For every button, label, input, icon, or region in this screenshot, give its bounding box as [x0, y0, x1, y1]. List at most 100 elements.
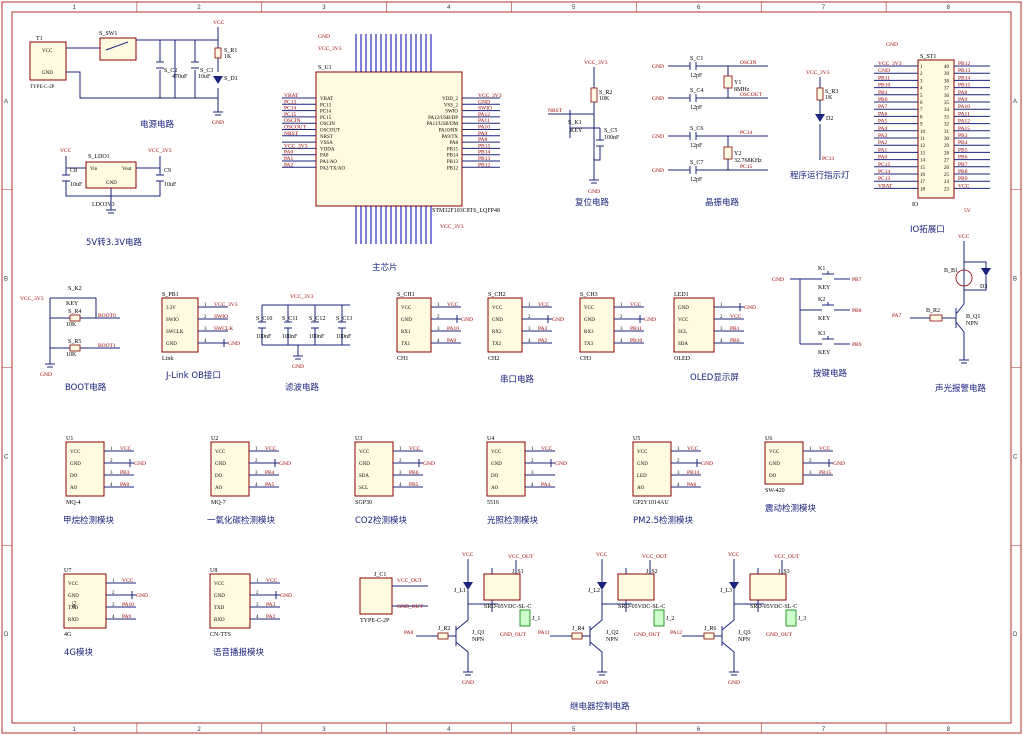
- mcu-right-net-11: PB12: [478, 162, 490, 168]
- relay-resistor: [703, 632, 715, 640]
- crystal-y1-val: 8MHz: [734, 87, 750, 93]
- module-net-gnd: GND: [701, 461, 713, 467]
- module-net-2: PB15: [819, 470, 831, 476]
- module-net-gnd: GND: [228, 341, 240, 347]
- border-row-right-C: C: [1013, 454, 1018, 460]
- relay-q-ref: J_Q3: [738, 630, 751, 636]
- relay-resistor-ref: J_R6: [704, 626, 716, 632]
- io-right-net-15: PB8: [958, 169, 968, 175]
- module-pin-0: VCC: [215, 450, 226, 455]
- module-net-0: VCC: [541, 446, 553, 452]
- crystal-cap-ref-1: S_C4: [690, 88, 703, 94]
- section-title-reset: 复位电路: [575, 197, 610, 208]
- io-right-pin-1: 39: [944, 72, 950, 77]
- mcu-left-net-1: PC13: [284, 99, 296, 105]
- g4-module-label: 4G: [72, 600, 78, 608]
- module-net-3: PA6: [687, 482, 697, 488]
- io-left-net-12: PA1: [878, 147, 888, 153]
- mcu-right-pin-2: SWIO: [445, 110, 458, 115]
- module-net-2: PB11: [630, 326, 642, 332]
- section-title-keys: 按键电路: [813, 368, 848, 379]
- reset-gnd-net: GND: [588, 189, 600, 195]
- ldo-cap-c8: C8: [70, 168, 77, 174]
- crystal-gnd-0: GND: [652, 64, 664, 70]
- module-net-gnd: GND: [279, 461, 291, 467]
- key-label-0: KEY: [818, 285, 831, 291]
- relay-body: [749, 573, 787, 601]
- module-net-gnd: GND: [136, 593, 148, 599]
- io-right-pin-5: 35: [944, 101, 950, 106]
- mcu-top-vcc-net: VCC_3V3: [318, 46, 342, 52]
- relay-gndout-net: GND_OUT: [500, 632, 527, 638]
- io-right-net-8: PA12: [958, 119, 970, 125]
- alarm-resistor-ref: B_R2: [926, 308, 940, 314]
- run-led-resistor: [816, 87, 824, 101]
- ldo-ref: S_LDO1: [88, 154, 110, 160]
- module-pin-1: GND: [769, 462, 780, 467]
- io-left-net-3: PB10: [878, 83, 890, 89]
- mcu-left-pin-1: PC13: [320, 103, 332, 108]
- io-right-pin-12: 28: [944, 151, 950, 156]
- mcu-left-net-2: PC14: [284, 106, 296, 112]
- module-ref: U8: [210, 568, 217, 574]
- module-pin-3: RXD: [68, 618, 79, 623]
- mcu-left-pin-7: VSSA: [320, 141, 333, 146]
- module-net-gnd: GND: [644, 317, 656, 323]
- relay-vcc-net: VCC: [462, 552, 474, 558]
- power-resistor: [214, 47, 222, 59]
- module-pin-2: RX1: [401, 330, 411, 335]
- ldo-in-net: VCC: [60, 148, 72, 154]
- crystal-y2-ref: Y2: [734, 151, 741, 157]
- module-pin-2: SDA: [359, 474, 369, 479]
- io-right-net-11: PB4: [958, 140, 968, 146]
- module-net-3: PA5: [265, 482, 275, 488]
- filter-gnd-net: GND: [292, 364, 304, 370]
- io-right-net-5: PA9: [958, 97, 968, 103]
- key-ref-0: K1: [818, 266, 825, 272]
- section-title-oled: OLED显示屏: [690, 373, 739, 383]
- io-ref: S_ST1: [920, 54, 936, 60]
- mcu-right-pin-10: PB13: [447, 160, 459, 165]
- mcu-left-pin-0: VBAT: [320, 97, 333, 102]
- module-net-gnd: GND: [744, 305, 756, 311]
- io-left-net-9: PA4: [878, 126, 888, 132]
- ldo-part: LDO3V3: [92, 202, 115, 208]
- io-left-pin-10: 11: [920, 137, 925, 142]
- filter-cap-ref-3: S_C13: [336, 316, 352, 322]
- crystal-cap-val-3: 12pF: [690, 177, 703, 183]
- io-left-net-1: GND: [878, 68, 890, 74]
- boot-r5: [69, 344, 81, 352]
- module-pin-2: RX2: [492, 330, 502, 335]
- io-left-pin-13: 14: [920, 159, 926, 164]
- module-net-3: PA4: [541, 482, 551, 488]
- module-net-3: PA2: [538, 338, 548, 344]
- mcu-top-gnd-net: GND: [318, 34, 330, 40]
- alarm-q-type: NPN: [966, 321, 979, 327]
- module-net-0: VCC: [266, 578, 278, 584]
- relay-vcc-net: VCC: [596, 552, 608, 558]
- relay-part: SRD-05VDC-SL-C: [484, 604, 531, 610]
- relay-ref: J_S2: [646, 569, 658, 575]
- crystal-cap-ref-3: S_C7: [690, 160, 703, 166]
- relay-q-ref: J_Q2: [606, 630, 619, 636]
- relay-led-ref: J_L1: [454, 588, 466, 594]
- mcu-left-net-10: PA1: [284, 156, 294, 162]
- module-net-2: PA3: [538, 326, 548, 332]
- module-ref: U4: [487, 436, 494, 442]
- io-right-pin-8: 32: [944, 123, 950, 128]
- mcu-left-net-6: NRST: [284, 131, 299, 137]
- mcu-left-pin-6: NRST: [320, 135, 333, 140]
- relay-resistor-ref: J_R4: [572, 626, 584, 632]
- module-net-2: PA3: [266, 602, 276, 608]
- module-ref: LED1: [674, 292, 689, 298]
- reset-net: NRST: [548, 108, 563, 114]
- io-left-net-4: PB1: [878, 90, 888, 96]
- power-conn-pin-gnd: GND: [42, 71, 53, 76]
- mcu-left-pin-5: OSCOUT: [320, 129, 340, 134]
- module-part: GP2Y1014AU: [633, 500, 669, 506]
- io-left-pin-9: 10: [920, 130, 926, 135]
- io-right-net-14: PB7: [958, 162, 968, 168]
- io-right-pin-11: 29: [944, 144, 950, 149]
- section-title-co: 一氧化碳检测模块: [207, 515, 276, 526]
- module-net-0: VCC: [120, 446, 132, 452]
